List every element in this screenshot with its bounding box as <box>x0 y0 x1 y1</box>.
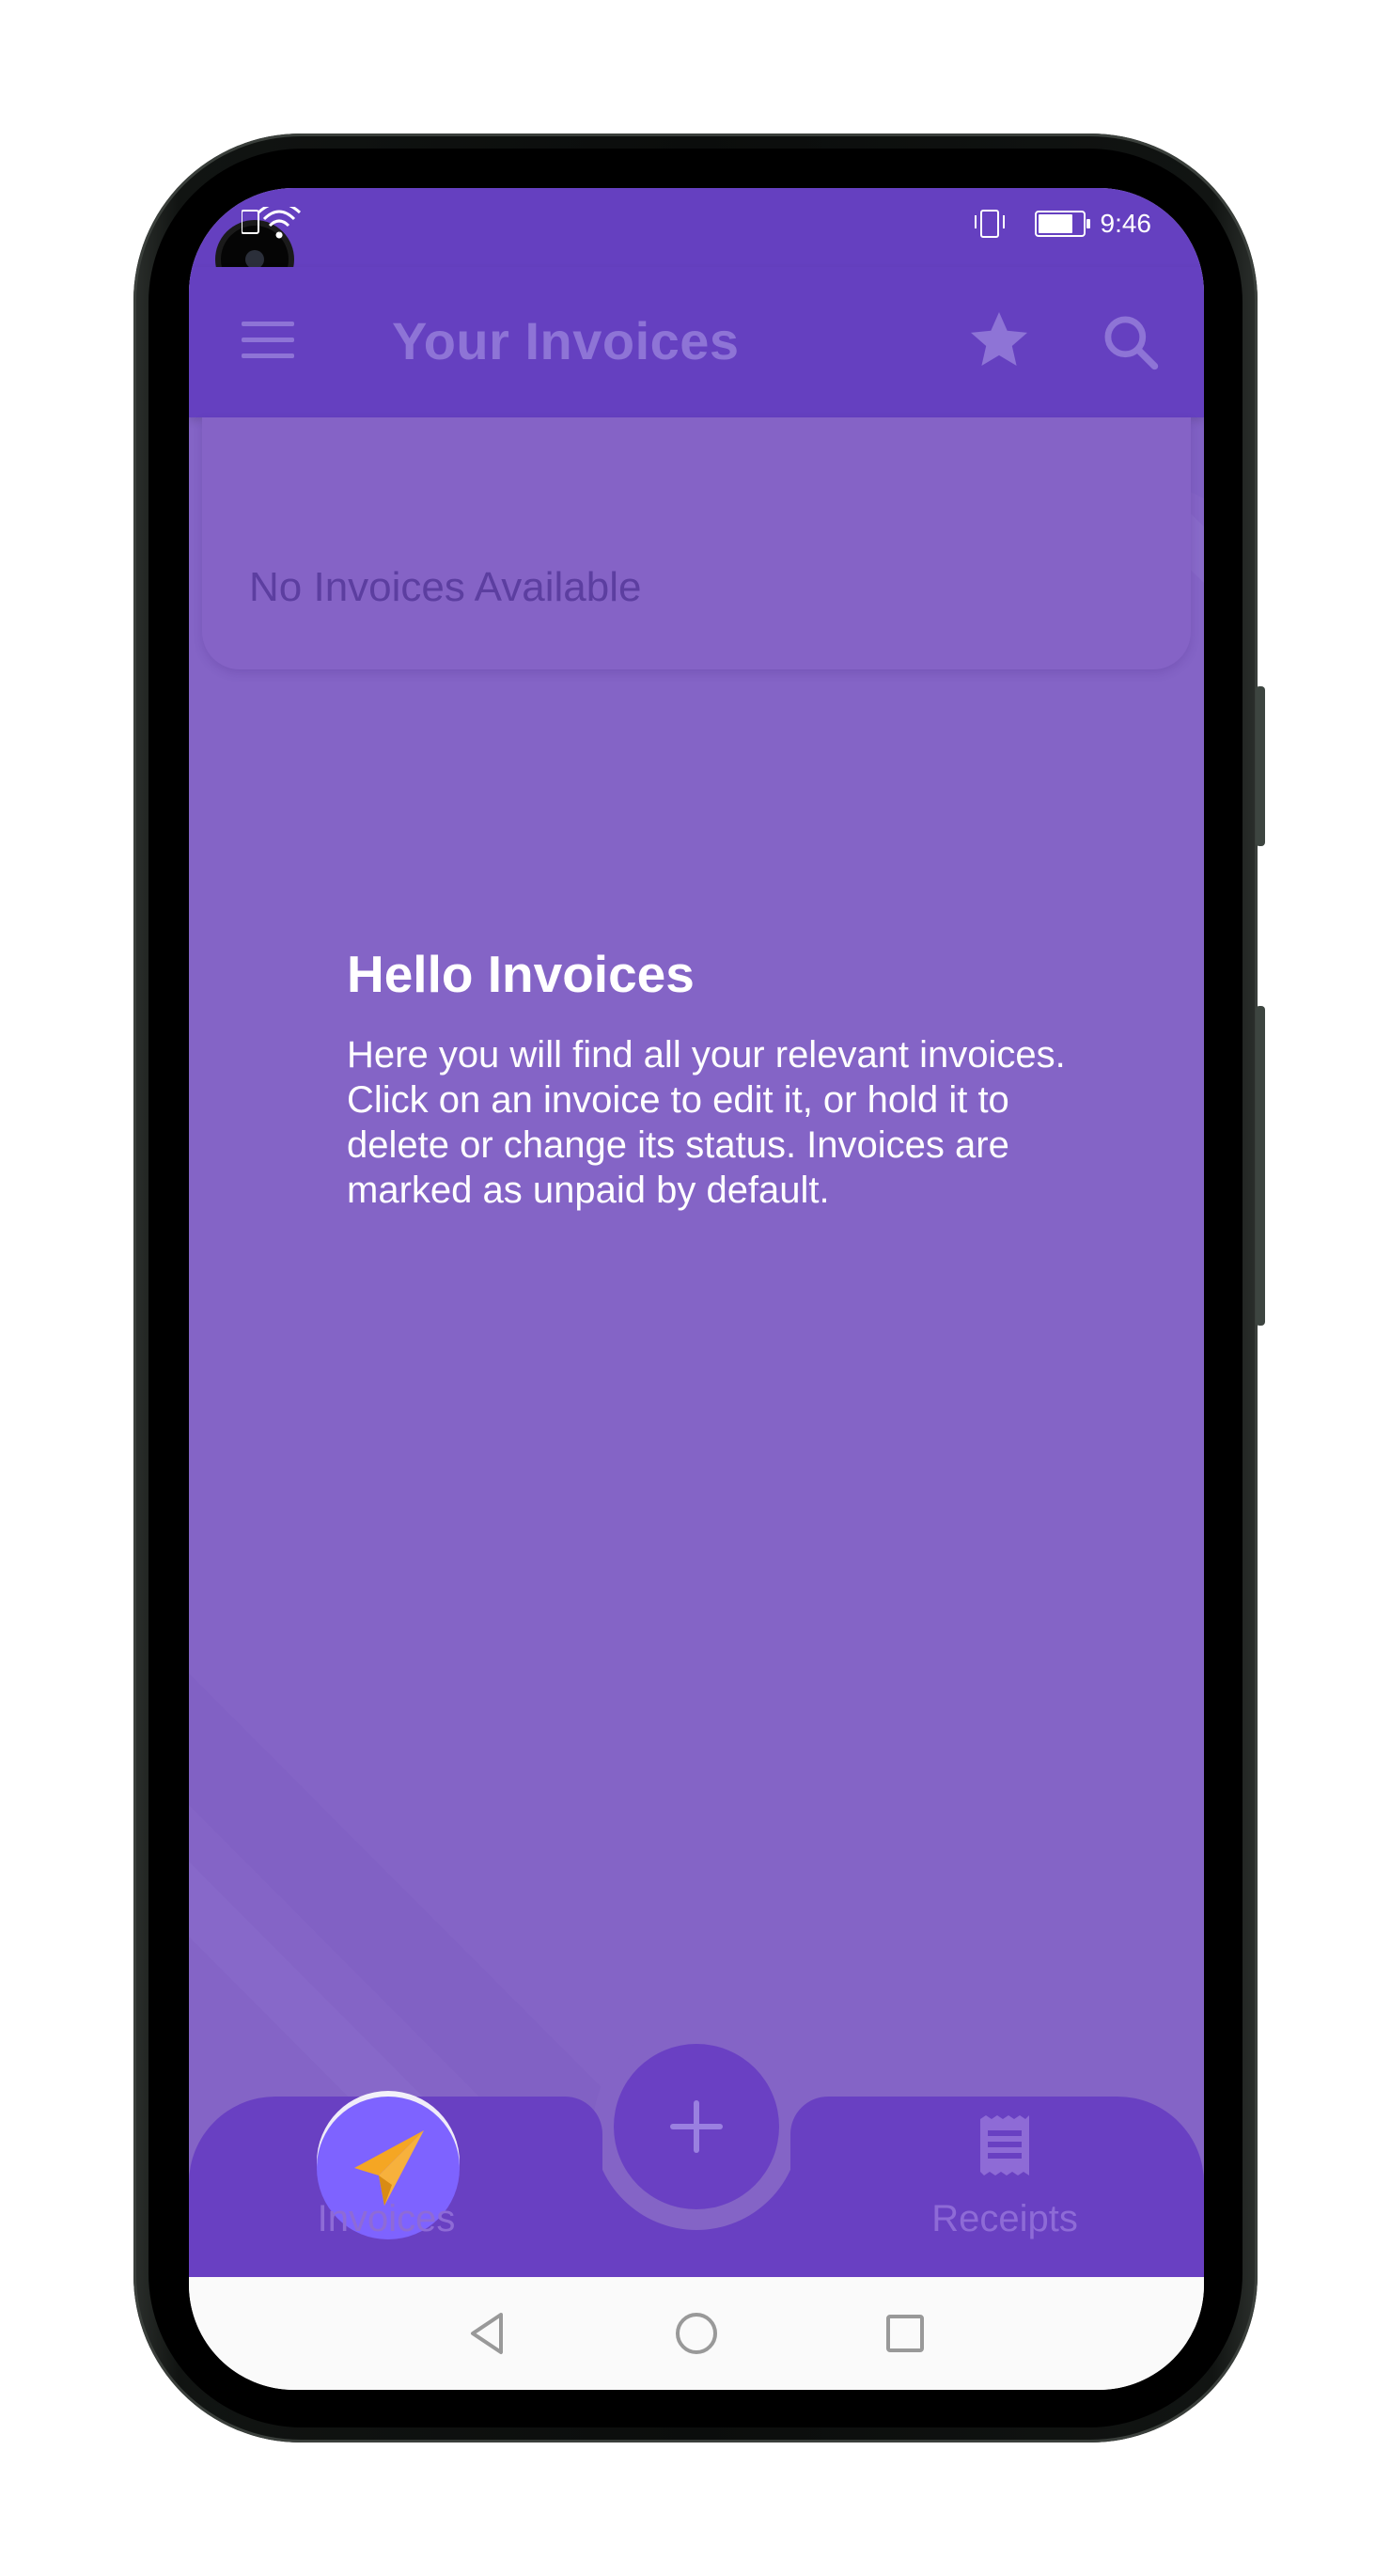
menu-icon[interactable] <box>242 322 294 363</box>
status-right: 9:46 <box>974 209 1152 239</box>
recents-icon[interactable] <box>877 2305 933 2362</box>
app-bar: Your Invoices <box>189 267 1204 417</box>
search-icon[interactable] <box>1099 310 1163 374</box>
battery-charging-icon <box>1034 211 1090 237</box>
screen: 9:46 Your Invoices No Invoices Available… <box>189 188 1204 2390</box>
power-button <box>1256 1006 1265 1326</box>
empty-invoices-card: No Invoices Available <box>202 417 1191 669</box>
status-time: 9:46 <box>1100 209 1152 238</box>
receipt-icon <box>980 2115 1029 2175</box>
plus-icon <box>670 2100 723 2153</box>
nav-label-receipts: Receipts <box>931 2198 1078 2239</box>
system-navigation-bar <box>189 2277 1204 2390</box>
onboarding-body: Here you will find all your relevant inv… <box>347 1034 1066 1211</box>
star-icon[interactable] <box>965 306 1033 374</box>
status-left <box>241 201 317 251</box>
onboarding-title: Hello Invoices <box>347 945 695 1003</box>
back-icon[interactable] <box>460 2305 516 2362</box>
nav-item-invoices[interactable]: Invoices <box>264 2097 508 2277</box>
nav-label-invoices: Invoices <box>317 2198 456 2239</box>
empty-message: No Invoices Available <box>249 564 642 610</box>
app-container: 9:46 Your Invoices No Invoices Available… <box>189 188 1204 2277</box>
bottom-navigation: Invoices Receipts <box>189 2023 1204 2277</box>
volume-button <box>1256 686 1265 846</box>
page-title: Your Invoices <box>392 311 740 370</box>
status-bar: 9:46 <box>189 188 1204 293</box>
vibrate-icon <box>974 210 1005 238</box>
home-icon[interactable] <box>668 2305 725 2362</box>
wifi-icon <box>241 201 302 239</box>
nav-item-receipts[interactable]: Receipts <box>911 2097 1099 2277</box>
add-button[interactable] <box>614 2044 779 2209</box>
